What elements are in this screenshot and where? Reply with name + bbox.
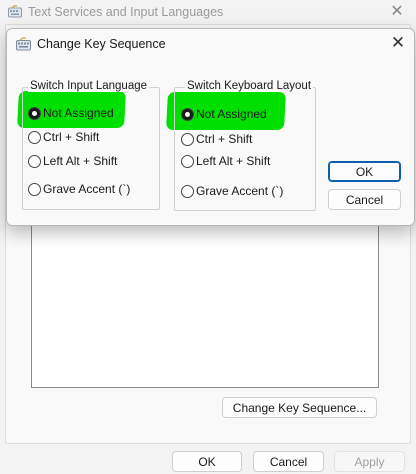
dialog-ok-button[interactable]: OK xyxy=(328,161,401,182)
background-ok-button[interactable]: OK xyxy=(172,451,242,472)
change-key-sequence-dialog: Change Key Sequence ✕ Switch Input Langu… xyxy=(6,28,415,226)
radio-label: Left Alt + Shift xyxy=(196,154,271,168)
radio-label: Grave Accent (`) xyxy=(43,182,131,196)
switch-input-language-legend: Switch Input Language xyxy=(28,80,150,92)
keyboard-icon xyxy=(8,5,22,18)
radio-selected-icon[interactable] xyxy=(28,107,41,120)
radio-label: Grave Accent (`) xyxy=(196,184,284,198)
switch-keyboard-layout-legend: Switch Keyboard Layout xyxy=(185,80,314,92)
radio-selected-icon[interactable] xyxy=(181,108,194,121)
radio-unselected-icon[interactable] xyxy=(181,133,194,146)
radio-unselected-icon[interactable] xyxy=(28,183,41,196)
radio-unselected-icon[interactable] xyxy=(28,155,41,168)
change-key-sequence-button[interactable]: Change Key Sequence... xyxy=(222,397,377,418)
hot-keys-list[interactable] xyxy=(31,222,379,388)
dialog-title: Change Key Sequence xyxy=(37,37,166,51)
background-apply-button: Apply xyxy=(334,451,405,472)
dialog-close-icon[interactable]: ✕ xyxy=(387,33,409,53)
radio-unselected-icon[interactable] xyxy=(181,155,194,168)
radio-label: Left Alt + Shift xyxy=(43,154,118,168)
dialog-cancel-button[interactable]: Cancel xyxy=(328,189,401,210)
radio-label: Ctrl + Shift xyxy=(43,130,100,144)
radio-label: Not Assigned xyxy=(196,107,267,121)
background-title-bar: Text Services and Input Languages ✕ xyxy=(0,0,416,26)
radio-unselected-icon[interactable] xyxy=(28,131,41,144)
keyboard-icon xyxy=(16,37,31,51)
background-close-icon[interactable]: ✕ xyxy=(384,2,410,22)
radio-label: Not Assigned xyxy=(43,106,114,120)
radio-label: Ctrl + Shift xyxy=(196,132,253,146)
radio-unselected-icon[interactable] xyxy=(181,185,194,198)
background-window-title: Text Services and Input Languages xyxy=(28,5,224,19)
background-cancel-button[interactable]: Cancel xyxy=(253,451,324,472)
